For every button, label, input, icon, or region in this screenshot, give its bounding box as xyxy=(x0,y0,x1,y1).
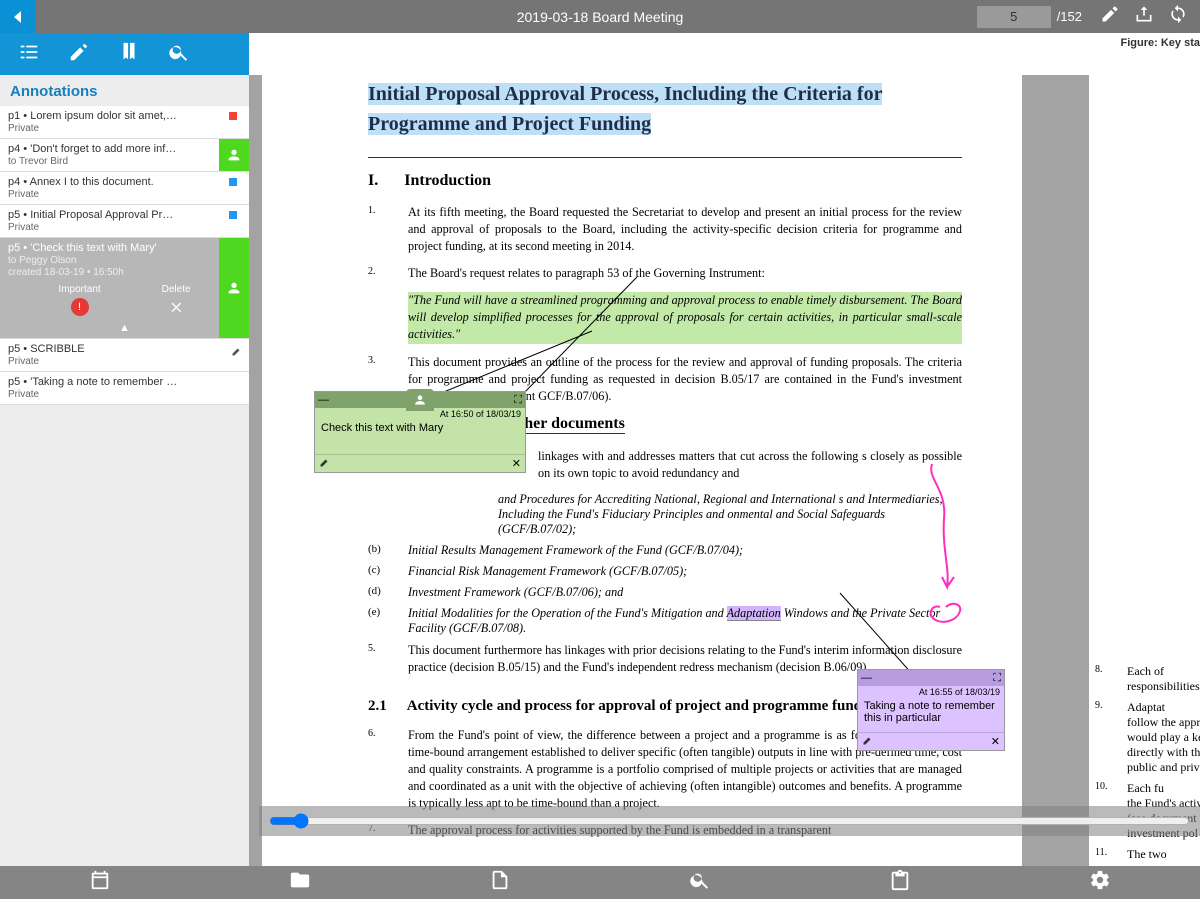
page-total: /152 xyxy=(1057,9,1082,24)
document-page: Initial Proposal Approval Process, Inclu… xyxy=(262,75,1022,866)
folder-icon[interactable] xyxy=(289,869,311,896)
popup-timestamp: At 16:55 of 18/03/19 xyxy=(858,686,1004,698)
share-icon[interactable] xyxy=(1134,4,1154,29)
annotation-item[interactable]: p5 • Initial Proposal Approval Pro… Priv… xyxy=(0,205,249,238)
document-icon[interactable] xyxy=(489,869,511,896)
user-icon xyxy=(219,238,249,338)
minimize-icon[interactable]: — xyxy=(318,394,329,406)
page-title: Initial Proposal Approval Process, Inclu… xyxy=(368,83,882,135)
collapse-icon[interactable]: ▲ xyxy=(8,322,241,334)
blue-dot-icon xyxy=(229,178,237,186)
close-icon[interactable]: ✕ xyxy=(991,735,1000,748)
page-slider-input[interactable] xyxy=(269,813,1190,829)
pencil-icon[interactable] xyxy=(319,456,331,471)
expand-icon[interactable]: ⛶ xyxy=(993,672,1001,685)
pencil-icon[interactable] xyxy=(862,734,874,749)
expand-icon[interactable]: ⛶ xyxy=(514,394,522,407)
minimize-icon[interactable]: — xyxy=(861,672,872,684)
close-icon[interactable]: ✕ xyxy=(512,457,521,470)
sidebar-toolbar xyxy=(0,33,249,75)
user-icon xyxy=(406,389,434,411)
second-row: Figure: Key sta xyxy=(0,33,1200,75)
annotation-item[interactable]: p1 • Lorem ipsum dolor sit amet,… Privat… xyxy=(0,106,249,139)
bookmark-icon[interactable] xyxy=(118,41,140,68)
red-dot-icon xyxy=(229,112,237,120)
sidebar-header: Annotations xyxy=(0,75,249,106)
pencil-icon xyxy=(231,345,243,360)
search-icon[interactable] xyxy=(689,869,711,896)
popup-text: Check this text with Mary xyxy=(315,420,525,454)
calendar-icon[interactable] xyxy=(89,869,111,896)
page-number-input[interactable] xyxy=(977,6,1051,28)
annotation-item[interactable]: p5 • 'Taking a note to remember this… Pr… xyxy=(0,372,249,405)
edit-icon[interactable] xyxy=(1100,4,1120,29)
refresh-icon[interactable] xyxy=(1168,4,1188,29)
annotation-item[interactable]: p5 • SCRIBBLE Private xyxy=(0,339,249,372)
search-icon[interactable] xyxy=(168,41,190,68)
page-indicator: /152 xyxy=(977,6,1082,28)
annotations-sidebar: Annotations p1 • Lorem ipsum dolor sit a… xyxy=(0,75,249,866)
delete-button[interactable]: Delete xyxy=(162,284,191,316)
figure-caption: Figure: Key sta xyxy=(1121,37,1200,49)
clipboard-icon[interactable] xyxy=(889,869,911,896)
document-viewport[interactable]: Initial Proposal Approval Process, Inclu… xyxy=(249,75,1200,866)
compose-icon[interactable] xyxy=(68,41,90,68)
popup-text: Taking a note to remember this in partic… xyxy=(858,698,1004,732)
document-title: 2019-03-18 Board Meeting xyxy=(517,9,684,25)
bottom-bar xyxy=(0,866,1200,899)
scribble-annotation xyxy=(922,459,982,644)
highlighted-quote: "The Fund will have a streamlined progra… xyxy=(408,292,962,343)
annotation-popup[interactable]: — ⛶ At 16:55 of 18/03/19 Taking a note to… xyxy=(857,669,1005,751)
annotation-popup[interactable]: —⛶ At 16:50 of 18/03/19 Check this text … xyxy=(314,391,526,473)
top-bar: 2019-03-18 Board Meeting /152 xyxy=(0,0,1200,33)
back-button[interactable] xyxy=(0,0,36,33)
blue-dot-icon xyxy=(229,211,237,219)
outline-icon[interactable] xyxy=(18,41,40,68)
document-page-next: Prepara and appr pro undertake IE, EE an… xyxy=(1089,75,1200,866)
annotation-item-selected[interactable]: p5 • 'Check this text with Mary' to Pegg… xyxy=(0,238,249,339)
annotation-item[interactable]: p4 • 'Don't forget to add more inform… t… xyxy=(0,139,249,172)
page-slider xyxy=(259,806,1200,836)
annotation-item[interactable]: p4 • Annex I to this document. Private xyxy=(0,172,249,205)
important-button[interactable]: Important! xyxy=(58,284,100,316)
highlighted-word: Adaptation xyxy=(727,606,781,621)
gear-icon[interactable] xyxy=(1089,869,1111,896)
user-icon xyxy=(219,139,249,171)
